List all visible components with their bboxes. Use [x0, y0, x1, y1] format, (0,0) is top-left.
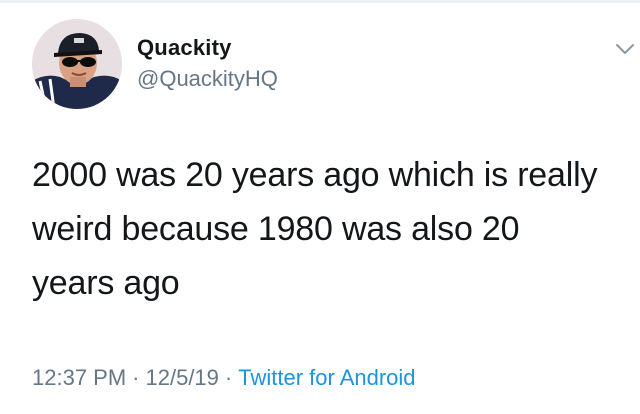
tweet-time[interactable]: 12:37 PM: [32, 365, 126, 390]
tweet-text: 2000 was 20 years ago which is really we…: [32, 148, 632, 310]
avatar-image: [32, 19, 122, 109]
meta-separator: ·: [132, 365, 140, 390]
tweet-meta: 12:37 PM · 12/5/19 · Twitter for Android: [32, 365, 416, 391]
meta-separator: ·: [224, 365, 233, 390]
tweet-date[interactable]: 12/5/19: [146, 365, 219, 390]
tweet-card: Quackity @QuackityHQ 2000 was 20 years a…: [0, 0, 640, 414]
display-name[interactable]: Quackity: [137, 35, 232, 61]
tweet-text-line: weird because 1980 was also 20: [32, 210, 520, 248]
tweet-text-line: 2000 was 20 years ago which is really: [32, 156, 598, 194]
chevron-down-icon[interactable]: [614, 38, 636, 60]
tweet-source-link[interactable]: Twitter for Android: [238, 365, 415, 390]
user-handle[interactable]: @QuackityHQ: [137, 66, 278, 92]
avatar[interactable]: [32, 19, 122, 109]
tweet-text-line: years ago: [32, 264, 180, 302]
